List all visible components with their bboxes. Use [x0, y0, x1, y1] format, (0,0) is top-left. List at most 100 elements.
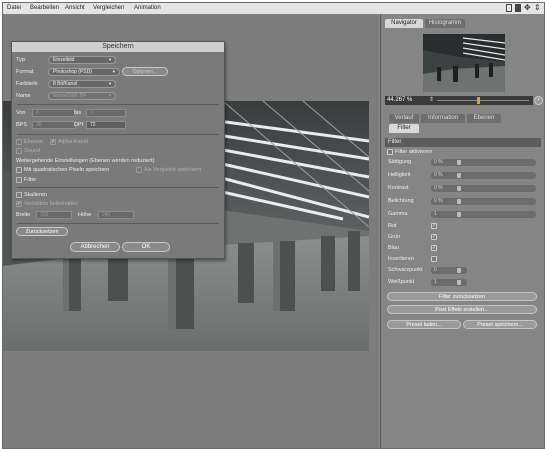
tab-histogramm[interactable]: Histogramm [425, 19, 465, 28]
helligkeit-value: 0 % [434, 172, 443, 178]
kontrast-stepper[interactable] [457, 186, 461, 191]
belichtung-value: 0 % [434, 198, 443, 204]
menu-bearbeiten[interactable]: Bearbeiten [30, 5, 59, 11]
save-dialog: Speichern Typ Einzelbild ▼ Format Photos… [11, 41, 225, 259]
weisspunkt-value: 1 [434, 279, 437, 285]
arrows-icon[interactable]: ⇕ [534, 3, 541, 12]
zoom-value: 44.267 % [387, 97, 413, 103]
zuruecksetzen-button[interactable]: Zurücksetzen [16, 227, 68, 236]
zoom-stepper-icon[interactable]: ⇕ [429, 96, 434, 103]
filter-reset-button[interactable]: Filter zurücksetzen [387, 292, 537, 301]
weisspunkt-label: Weißpunkt [388, 279, 415, 285]
weisspunkt-stepper[interactable] [457, 280, 461, 285]
rot-checkbox[interactable]: ✓ [431, 223, 437, 229]
typ-select[interactable]: Einzelbild ▼ [48, 56, 116, 64]
weisspunkt-field[interactable]: 1 [431, 279, 467, 286]
gruen-checkbox[interactable]: ✓ [431, 234, 437, 240]
ebenen-checkbox[interactable] [16, 139, 22, 145]
chevron-down-icon: ▼ [112, 69, 116, 74]
dialog-title: Speichern [12, 42, 224, 52]
filter-aktivieren-label: Filter aktivieren [395, 149, 433, 155]
hoehe-label: Höhe [78, 212, 92, 218]
panel-toggle-icon[interactable] [515, 4, 521, 12]
kontrast-slider[interactable]: 0 % [431, 185, 536, 192]
tab-information[interactable]: Information [421, 114, 465, 123]
belichtung-stepper[interactable] [457, 199, 461, 204]
abbrechen-button[interactable]: Abbrechen [70, 242, 120, 252]
zoom-handle[interactable] [477, 97, 480, 104]
schwarzpunkt-stepper[interactable] [457, 268, 461, 273]
quadratisch-label: Mit quadratischen Pixeln speichern [24, 167, 110, 173]
menu-vergleichen[interactable]: Vergleichen [93, 5, 124, 11]
preset-speichern-button[interactable]: Preset speichern... [463, 320, 537, 329]
tab-filter[interactable]: Filter [389, 124, 419, 133]
ok-button[interactable]: OK [122, 242, 170, 252]
verhaeltnis-checkbox[interactable]: ✓ [16, 201, 22, 207]
farbtiefe-label: Farbtiefe [16, 81, 38, 87]
hoehe-field[interactable]: 240 [98, 211, 134, 219]
zoom-reset-icon[interactable]: › [534, 96, 543, 105]
menu-bar: Datei Bearbeiten Ansicht Vergleichen Ani… [3, 3, 544, 14]
format-select[interactable]: Photoshop (PSD) ▼ [48, 68, 120, 76]
menu-animation[interactable]: Animation [134, 5, 161, 11]
gamma-slider[interactable]: 1 [431, 211, 536, 218]
saettigung-slider[interactable]: 0 % [431, 159, 536, 166]
filter-aktivieren-checkbox[interactable] [387, 149, 393, 155]
alpha-checkbox[interactable]: ✓ [50, 139, 56, 145]
ebenen-label: Ebenen [24, 139, 43, 145]
render-viewport[interactable]: Speichern Typ Einzelbild ▼ Format Photos… [3, 14, 379, 448]
zoom-slider[interactable]: 44.267 % ⇕ [385, 96, 533, 105]
filter-checkbox[interactable] [16, 177, 22, 183]
tab-verlauf[interactable]: Verlauf [389, 114, 419, 123]
schwarzpunkt-field[interactable]: 0 [431, 267, 467, 274]
typ-select-value: Einzelbild [53, 57, 75, 63]
schwarzpunkt-label: Schwarzpunkt [388, 267, 423, 273]
name-select[interactable]: Name0000.TIF ▼ [48, 92, 116, 100]
saettigung-value: 0 % [434, 159, 443, 165]
divider [17, 187, 219, 188]
quadratisch-checkbox[interactable] [16, 167, 22, 173]
bis-field[interactable]: 0 [86, 109, 126, 117]
dpi-field[interactable]: 72 [86, 121, 126, 129]
von-label: Von [16, 110, 26, 116]
helligkeit-slider[interactable]: 0 % [431, 172, 536, 179]
tab-ebenen[interactable]: Ebenen [467, 114, 501, 123]
tab-navigator[interactable]: Navigator [385, 19, 423, 28]
zoom-track [437, 100, 529, 101]
chevron-down-icon: ▼ [108, 93, 112, 98]
farbtiefe-select[interactable]: 8 Bit/Kanal ▼ [48, 80, 116, 88]
optionen-button[interactable]: Optionen... [122, 67, 168, 76]
divider [17, 104, 219, 105]
invertieren-checkbox[interactable] [431, 256, 437, 262]
skalieren-checkbox[interactable] [16, 192, 22, 198]
bps-field[interactable]: 30 [32, 121, 76, 129]
bis-label: bis [74, 110, 82, 116]
sound-checkbox[interactable] [16, 148, 22, 154]
move-icon[interactable]: ✥ [524, 3, 531, 12]
divider [17, 134, 219, 135]
weitergehende-label: Weitergehende Einstellungen (Ebenen werd… [16, 158, 155, 164]
menu-datei[interactable]: Datei [7, 5, 21, 11]
von-field[interactable]: 0 [32, 109, 76, 117]
preset-laden-button[interactable]: Preset laden... [387, 320, 461, 329]
navigator-thumbnail[interactable] [423, 34, 505, 92]
gamma-stepper[interactable] [457, 212, 461, 217]
belichtung-label: Belichtung [388, 198, 414, 204]
post-effekt-button[interactable]: Post Effekt erstellen... [387, 305, 537, 314]
blau-checkbox[interactable]: ✓ [431, 245, 437, 251]
skalieren-label: Skalieren [24, 192, 47, 198]
vergleich-checkbox[interactable] [136, 167, 142, 173]
breite-field[interactable]: 320 [36, 211, 72, 219]
helligkeit-stepper[interactable] [457, 173, 461, 178]
filter-section-header: Filter [385, 138, 541, 147]
menu-ansicht[interactable]: Ansicht [65, 5, 85, 11]
belichtung-slider[interactable]: 0 % [431, 198, 536, 205]
layout-icon[interactable] [506, 4, 512, 12]
name-select-value: Name0000.TIF [53, 93, 87, 99]
kontrast-value: 0 % [434, 185, 443, 191]
schwarzpunkt-value: 0 [434, 267, 437, 273]
saettigung-label: Sättigung [388, 159, 412, 165]
saettigung-stepper[interactable] [457, 160, 461, 165]
gruen-label: Grün [388, 234, 401, 240]
bps-label: BPS [16, 122, 28, 128]
